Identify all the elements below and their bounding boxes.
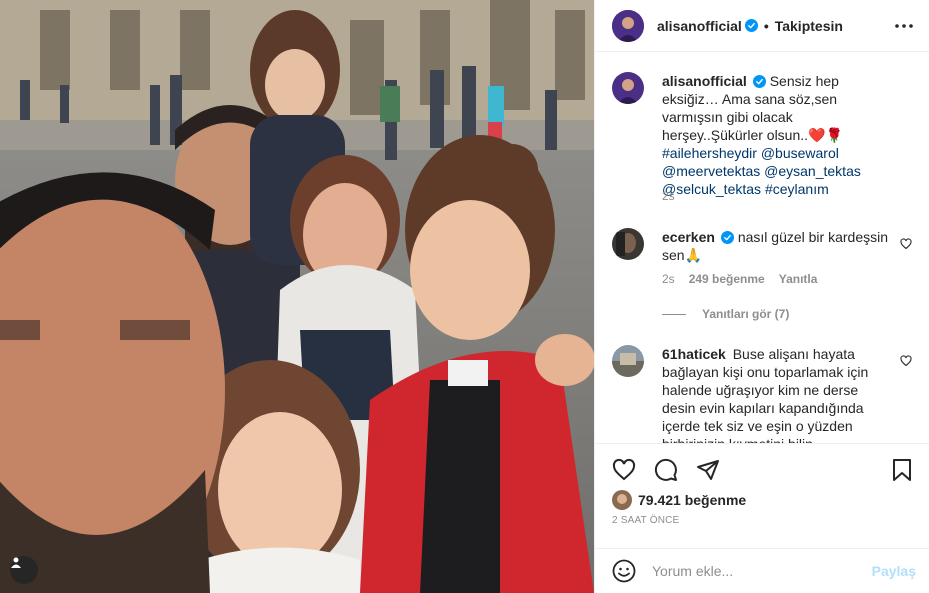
separator-dot: •: [763, 17, 769, 34]
avatar-image: [612, 9, 644, 42]
save-button[interactable]: [890, 458, 914, 482]
ellipsis-icon: [895, 24, 913, 28]
header-username[interactable]: alisanofficial: [657, 18, 742, 34]
share-icon: [697, 460, 719, 480]
heart-icon: [612, 458, 636, 481]
likes-count[interactable]: 79.421 beğenme: [638, 492, 746, 508]
caption-text: alisanofficial Sensiz hep eksiğiz… Ama s…: [662, 72, 894, 198]
comment-input[interactable]: [652, 563, 852, 579]
comment-time[interactable]: 2s: [662, 272, 675, 286]
avatar-image: [612, 72, 644, 104]
comment-meta: 2s 249 beğenme Yanıtla: [662, 272, 817, 286]
comment-like-icon[interactable]: [900, 238, 912, 250]
hashtag-link[interactable]: #ceylanım: [765, 181, 829, 197]
tagged-users-button[interactable]: [10, 556, 38, 584]
post-side-panel: alisanofficial • Takiptesin alisanoffici…: [594, 0, 929, 593]
avatar[interactable]: [612, 72, 644, 104]
caption-meta: 2s: [662, 189, 675, 203]
caption-username[interactable]: alisanofficial: [662, 73, 747, 89]
mention-link[interactable]: @eysan_tektas: [764, 163, 861, 179]
pray-emoji: 🙏: [684, 247, 703, 263]
avatar-image: [612, 345, 644, 377]
comment-like-icon[interactable]: [900, 355, 912, 367]
caption: alisanofficial Sensiz hep eksiğiz… Ama s…: [612, 72, 912, 203]
likes-summary[interactable]: 79.421 beğenme: [612, 490, 746, 510]
post-photo[interactable]: [0, 0, 594, 593]
post-actions: 79.421 beğenme 2 SAAT ÖNCE: [595, 443, 929, 548]
more-options-button[interactable]: [894, 16, 914, 36]
avatar[interactable]: [612, 345, 644, 377]
comment-username[interactable]: ecerken: [662, 229, 715, 245]
comment-button[interactable]: [654, 458, 678, 482]
view-replies-label: Yanıtları gör (7): [702, 307, 790, 321]
comment-text: 61haticek Buse alişanı hayata bağlayan k…: [662, 345, 894, 443]
mention-link[interactable]: @meervetektas: [662, 163, 760, 179]
verified-badge-icon: [720, 231, 734, 244]
share-button[interactable]: [696, 458, 720, 482]
post-comment-button[interactable]: Paylaş: [872, 563, 916, 579]
family-selfie-image: [0, 0, 594, 593]
caption-time[interactable]: 2s: [662, 189, 675, 203]
comment-item: 61haticek Buse alişanı hayata bağlayan k…: [612, 345, 912, 443]
verified-badge-icon: [752, 75, 766, 88]
like-button[interactable]: [612, 458, 636, 482]
view-replies-button[interactable]: Yanıtları gör (7): [662, 307, 789, 321]
comment-icon: [654, 458, 677, 481]
following-button[interactable]: Takiptesin: [775, 18, 843, 34]
hashtag-link[interactable]: #ailehersheydir: [662, 145, 757, 161]
divider-line: [662, 313, 686, 315]
avatar[interactable]: [612, 228, 644, 260]
avatar-image: [612, 228, 644, 260]
comments-list[interactable]: alisanofficial Sensiz hep eksiğiz… Ama s…: [595, 53, 929, 443]
post-header: alisanofficial • Takiptesin: [595, 0, 929, 52]
mention-link[interactable]: @busewarol: [761, 145, 839, 161]
avatar[interactable]: [612, 9, 644, 42]
comment-likes[interactable]: 249 beğenme: [689, 272, 765, 286]
verified-badge-icon: [744, 19, 758, 32]
comment-username[interactable]: 61haticek: [662, 346, 726, 362]
avatar-image: [612, 490, 632, 510]
reply-button[interactable]: Yanıtla: [779, 272, 818, 286]
heart-emoji: ❤️: [808, 127, 826, 143]
avatar: [612, 490, 632, 510]
add-comment-bar: Paylaş: [595, 548, 929, 593]
mention-link[interactable]: @selcuk_tektas: [662, 181, 761, 197]
extra-glyph: 🌹: [825, 127, 843, 143]
user-icon: [11, 557, 21, 568]
emoji-icon[interactable]: [612, 559, 636, 583]
bookmark-icon: [893, 459, 911, 481]
post-timestamp[interactable]: 2 SAAT ÖNCE: [612, 515, 679, 526]
comment-text: ecerken nasıl güzel bir kardeşsin sen🙏: [662, 228, 894, 264]
comment-item: ecerken nasıl güzel bir kardeşsin sen🙏 2…: [612, 228, 912, 298]
